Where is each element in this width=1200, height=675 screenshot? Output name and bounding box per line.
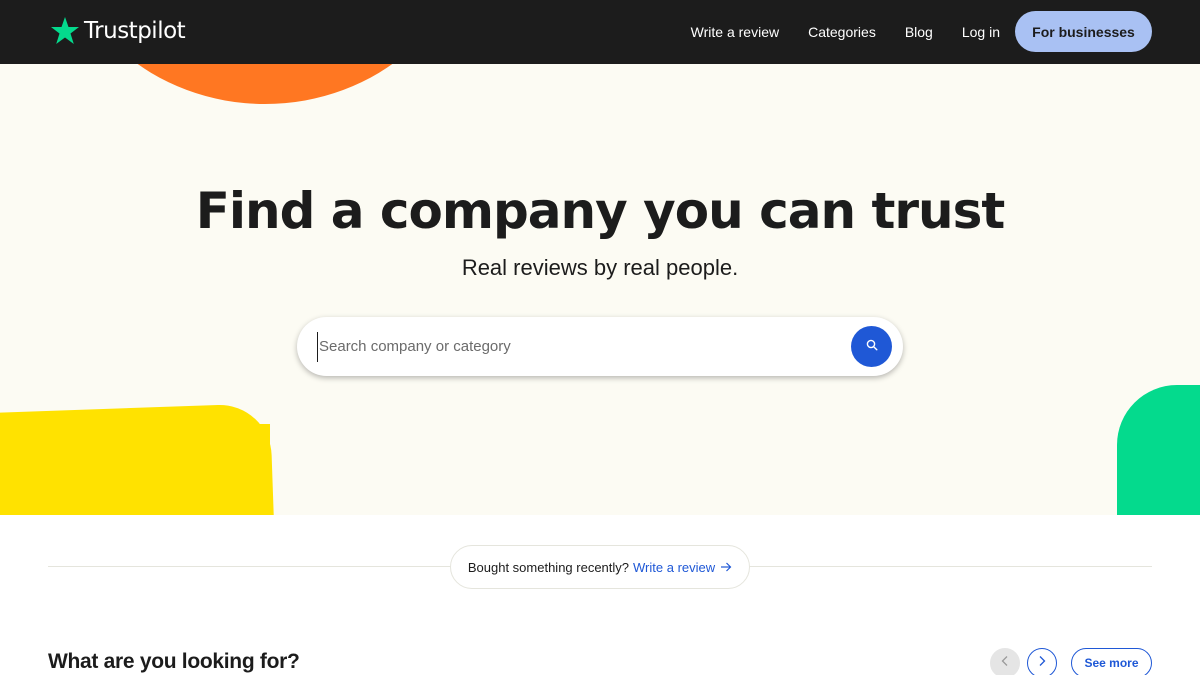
logo-text: Trustpilot [84, 18, 186, 44]
decorative-yellow-shape [0, 403, 277, 515]
search-input[interactable] [317, 331, 837, 362]
decorative-green-shape [1117, 385, 1200, 515]
hero-subtitle: Real reviews by real people. [461, 255, 739, 280]
nav-log-in[interactable]: Log in [962, 24, 1000, 40]
trustpilot-logo[interactable]: Trustpilot [50, 14, 186, 48]
chevron-left-icon [1000, 654, 1010, 672]
search-button[interactable] [851, 326, 892, 367]
site-header: Trustpilot Write a review Categories Blo… [0, 0, 1200, 64]
search-bar [297, 317, 903, 376]
for-businesses-button[interactable]: For businesses [1015, 11, 1152, 52]
hero-title: Find a company you can trust [195, 182, 1006, 240]
search-icon [866, 339, 878, 354]
arrow-right-icon [720, 560, 732, 575]
carousel-prev-button[interactable] [990, 648, 1020, 675]
nav-write-review[interactable]: Write a review [691, 24, 779, 40]
nav-blog[interactable]: Blog [905, 24, 933, 40]
categories-section-title: What are you looking for? [48, 650, 300, 673]
decorative-orange-shape [60, 64, 470, 104]
hero-section: Find a company you can trust Real review… [0, 64, 1200, 515]
prompt-text: Bought something recently? [467, 559, 630, 575]
chevron-right-icon [1037, 654, 1047, 672]
carousel-next-button[interactable] [1027, 648, 1057, 675]
nav-categories[interactable]: Categories [808, 24, 876, 40]
write-review-link-label: Write a review [633, 559, 716, 575]
write-review-link[interactable]: Write a review [633, 560, 732, 575]
see-more-button[interactable]: See more [1071, 648, 1152, 675]
main-nav: Write a review Categories Blog Log in Fo… [691, 11, 1152, 52]
star-icon [50, 16, 80, 46]
write-review-prompt: Bought something recently? Write a revie… [450, 545, 750, 589]
